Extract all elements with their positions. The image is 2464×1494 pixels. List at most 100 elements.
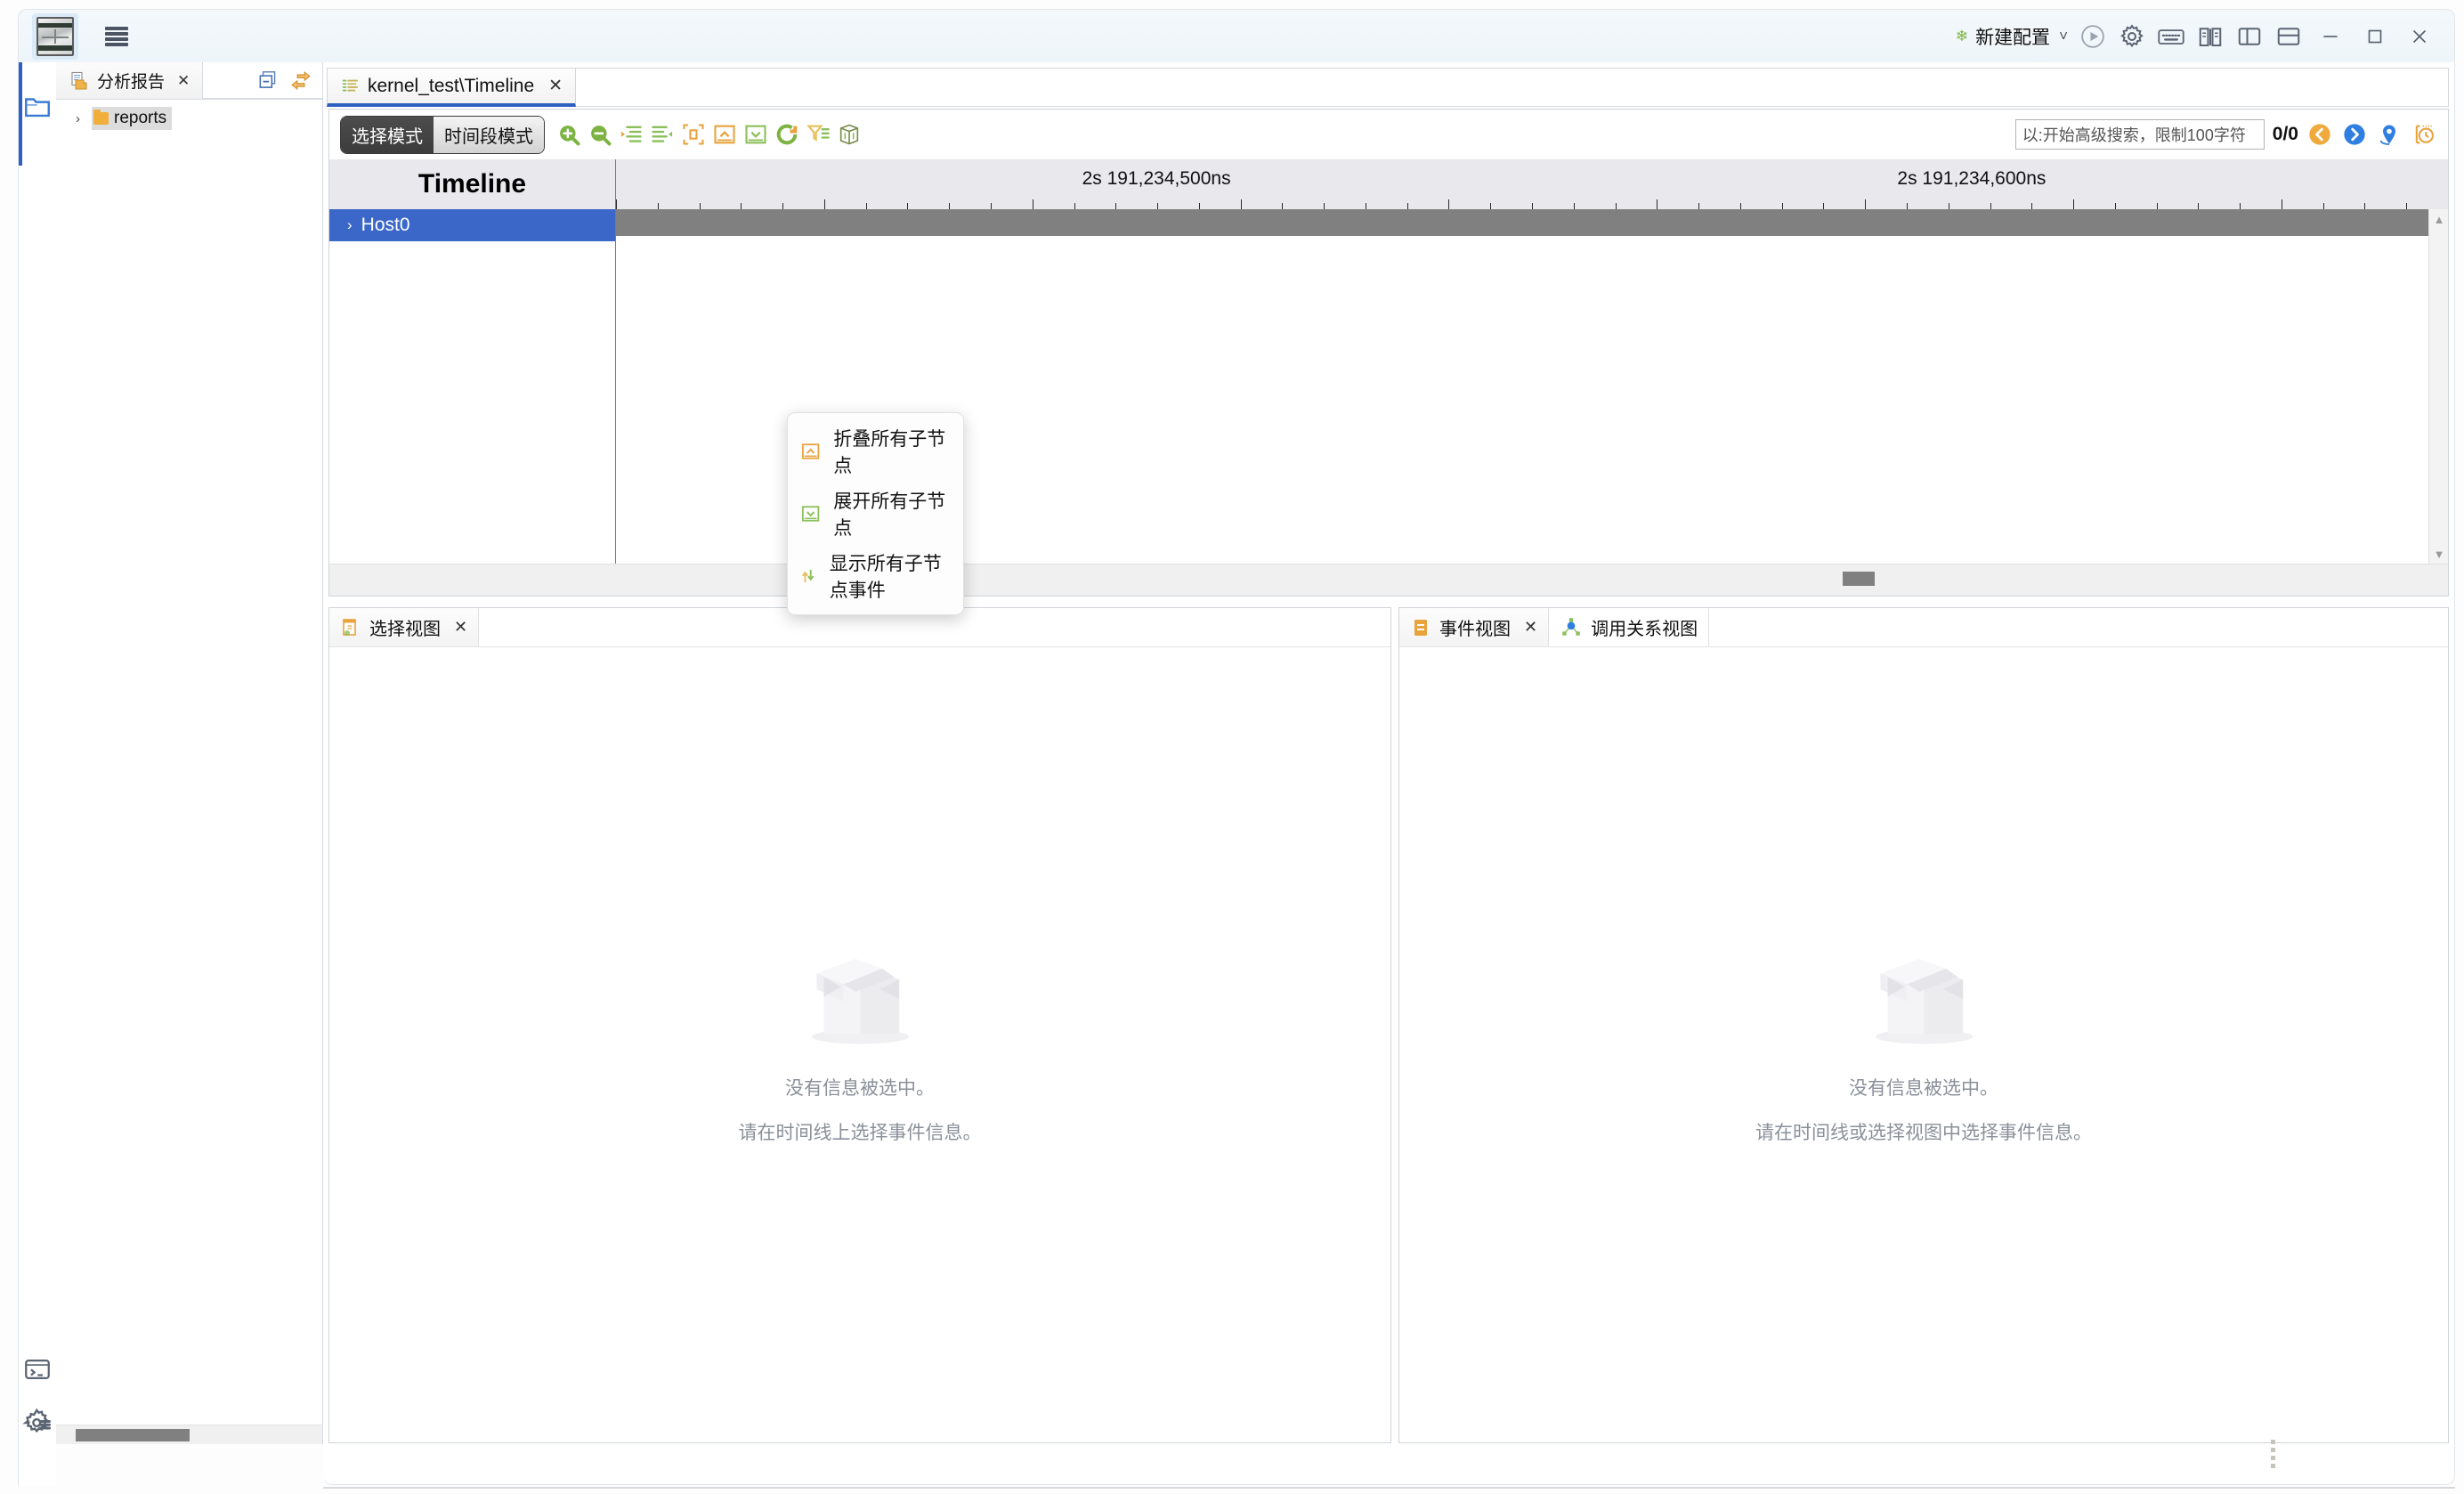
timeline-ruler[interactable]: 2s 191,234,500ns 2s 191,234,600ns — [616, 159, 2448, 209]
tab-analysis-report-label: 分析报告 — [97, 73, 166, 92]
locate-icon[interactable] — [2376, 121, 2403, 148]
settings-icon[interactable] — [2112, 17, 2152, 56]
selection-view-empty-title: 没有信息被选中。 — [785, 1077, 935, 1099]
reports-panel-tabbar: 分析报告 ✕ — [56, 62, 322, 100]
3d-cube-icon[interactable] — [836, 121, 863, 148]
run-configuration-label: 新建配置 — [1975, 27, 2051, 48]
app-logo — [32, 12, 78, 60]
mode-select-button[interactable]: 选择模式 — [341, 116, 434, 153]
chevron-right-icon[interactable]: › — [347, 216, 353, 234]
keyboard-icon[interactable] — [2152, 17, 2191, 56]
run-configuration-selector[interactable]: ❄ 新建配置 ˅ — [1950, 20, 2073, 53]
timeline-search-zone: 以:开始高级搜索，限制100字符 0/0 — [2014, 119, 2443, 150]
zoom-out-icon[interactable] — [587, 121, 613, 148]
tab-kernel-test-timeline-label: kernel_test\Timeline — [368, 75, 535, 96]
report-icon — [71, 71, 87, 89]
timeline-body: › Host0 — [329, 209, 2448, 564]
context-menu-item-collapse-children[interactable]: 折叠所有子节点 — [788, 420, 963, 483]
close-icon[interactable]: ✕ — [454, 618, 467, 637]
mode-timerange-button[interactable]: 时间段模式 — [434, 116, 544, 153]
time-range-icon[interactable] — [2411, 121, 2437, 148]
main-menu-icon[interactable] — [105, 26, 128, 46]
ruler-ticks — [616, 199, 2448, 209]
folder-icon — [25, 98, 50, 118]
collapse-rows-icon[interactable] — [618, 121, 644, 148]
close-icon[interactable]: ✕ — [1524, 618, 1537, 637]
timeline-title: Timeline — [329, 159, 616, 209]
context-menu-item-expand-children[interactable]: 展开所有子节点 — [788, 483, 963, 545]
filter-icon[interactable] — [805, 121, 831, 148]
ruler-label-1: 2s 191,234,600ns — [1897, 168, 2047, 189]
status-bar-ghost — [323, 1474, 2455, 1494]
search-input[interactable]: 以:开始高级搜索，限制100字符 — [2014, 119, 2265, 150]
tab-selection-view-label: 选择视图 — [369, 620, 441, 639]
next-match-icon[interactable] — [2341, 121, 2368, 148]
event-view-tabbar-filler — [1709, 608, 2448, 646]
tab-event-view-label: 事件视图 — [1439, 620, 1511, 639]
scroll-down-icon[interactable]: ▼ — [2429, 544, 2449, 564]
rail-item-folder[interactable] — [19, 80, 57, 134]
tab-call-graph-view-label: 调用关系视图 — [1591, 620, 1698, 639]
chevron-down-icon[interactable]: ˅ — [2059, 28, 2068, 45]
context-menu-item-label: 折叠所有子节点 — [833, 429, 946, 476]
selection-view-empty-hint: 请在时间线上选择事件信息。 — [738, 1122, 982, 1143]
link-editor-icon[interactable] — [288, 69, 313, 92]
empty-box-illustration — [1875, 958, 1973, 1043]
tab-analysis-report[interactable]: 分析报告 ✕ — [56, 62, 204, 99]
layout-split-vertical-icon[interactable] — [2230, 17, 2269, 56]
call-graph-icon — [1562, 617, 1580, 636]
tree-item-reports[interactable]: › reports — [56, 105, 322, 132]
rail-item-settings[interactable] — [19, 1396, 57, 1449]
reports-hscrollbar-thumb[interactable] — [76, 1429, 190, 1441]
panel-resize-handle[interactable] — [2271, 1440, 2275, 1468]
collapse-all-icon[interactable] — [256, 69, 280, 92]
rail-active-indicator — [19, 62, 22, 166]
timeline-row-labels: › Host0 — [329, 209, 616, 564]
editor-tabbar-filler — [576, 68, 2449, 107]
timeline-vscrollbar[interactable]: ▲ ▼ — [2428, 209, 2448, 564]
clipboard-icon — [1414, 619, 1427, 636]
timeline-doc-icon — [342, 79, 359, 91]
close-icon[interactable]: ✕ — [177, 72, 190, 90]
tab-kernel-test-timeline[interactable]: kernel_test\Timeline ✕ — [327, 68, 577, 107]
tab-selection-view[interactable]: 选择视图 ✕ — [329, 608, 480, 646]
maximize-button[interactable] — [2353, 17, 2397, 56]
activity-rail — [18, 62, 56, 1485]
zoom-in-icon[interactable] — [555, 121, 582, 148]
timeline-hscrollbar-thumb[interactable] — [1843, 572, 1875, 586]
selection-view-icon — [343, 618, 356, 636]
book-icon[interactable] — [2191, 17, 2230, 56]
application-window: ❄ 新建配置 ˅ 分析报告 ✕ › reports kernel_test\Ti… — [0, 0, 2464, 1494]
selection-view-panel: 选择视图 ✕ 没有信息被选中。 请在时间线上选择事件信息。 — [328, 607, 1391, 1443]
search-match-count: 0/0 — [2272, 124, 2298, 144]
context-menu-item-show-children-events[interactable]: 显示所有子节点事件 — [788, 545, 963, 607]
run-icon[interactable] — [2073, 17, 2112, 56]
timeline-context-menu: 折叠所有子节点 展开所有子节点 显示所有子节点事件 — [787, 412, 964, 615]
timeline-hscrollbar[interactable] — [329, 564, 2448, 596]
fit-selection-icon[interactable] — [680, 121, 707, 148]
rail-item-terminal[interactable] — [19, 1343, 57, 1396]
close-button[interactable] — [2397, 17, 2442, 56]
event-view-empty-hint: 请在时间线或选择视图中选择事件信息。 — [1755, 1122, 2092, 1143]
chevron-right-icon[interactable]: › — [76, 111, 86, 126]
timeline-toolbar-icons — [555, 121, 863, 148]
timeline-bar-host0[interactable] — [616, 209, 2448, 236]
timeline-row-host0[interactable]: › Host0 — [329, 209, 615, 241]
collapse-all-icon[interactable] — [711, 121, 738, 148]
expand-all-icon[interactable] — [742, 121, 769, 148]
close-icon[interactable]: ✕ — [548, 76, 563, 96]
tab-event-view[interactable]: 事件视图 ✕ — [1399, 608, 1550, 646]
refresh-icon[interactable] — [774, 121, 800, 148]
layout-split-horizontal-icon[interactable] — [2269, 17, 2308, 56]
prev-match-icon[interactable] — [2306, 121, 2333, 148]
expand-rows-icon[interactable] — [649, 121, 676, 148]
minimize-button[interactable] — [2308, 17, 2353, 56]
context-menu-item-label: 展开所有子节点 — [833, 491, 946, 539]
leaf-icon: ❄ — [1955, 27, 1969, 45]
folder-icon — [93, 110, 109, 125]
bottom-panels: 选择视图 ✕ 没有信息被选中。 请在时间线上选择事件信息。 事件视图 ✕ 调用关… — [328, 607, 2449, 1443]
reports-hscrollbar[interactable] — [56, 1425, 322, 1444]
timeline-row-label: Host0 — [361, 215, 410, 235]
tab-call-graph-view[interactable]: 调用关系视图 — [1549, 608, 1710, 646]
scroll-up-icon[interactable]: ▲ — [2429, 209, 2449, 229]
